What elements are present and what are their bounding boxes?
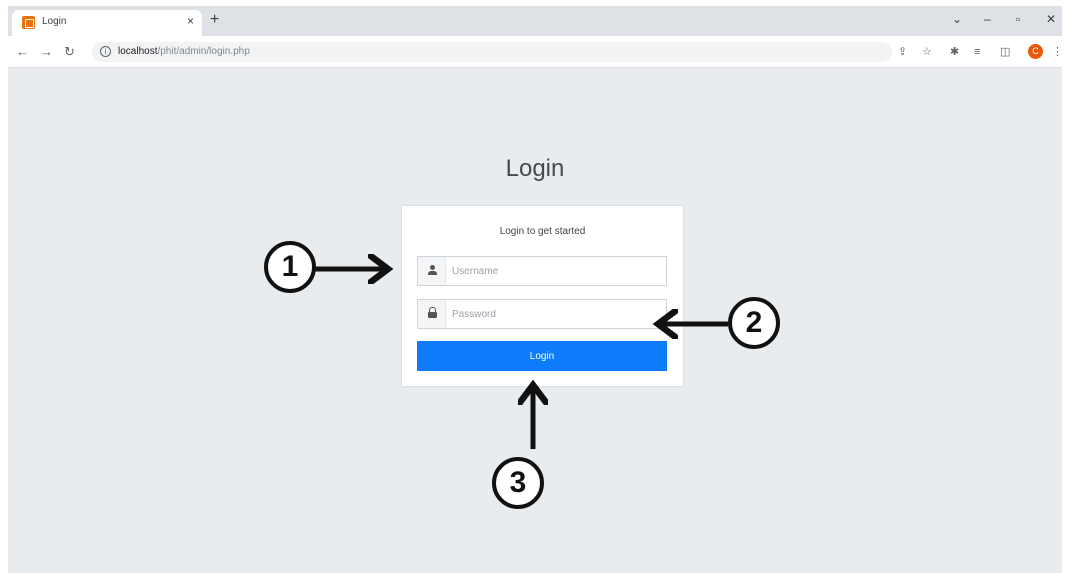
sidebar-icon[interactable]: ◫ xyxy=(1000,45,1010,59)
browser-tab[interactable]: Login × xyxy=(12,10,202,36)
minimize-icon[interactable]: – xyxy=(984,12,991,26)
annotation-badge-3: 3 xyxy=(492,457,544,509)
media-icon[interactable]: ≡ xyxy=(974,45,980,59)
tab-title: Login xyxy=(42,16,67,27)
address-toolbar: ← → ↻ i localhost/phit/admin/login.php ⇪… xyxy=(8,36,1062,68)
new-tab-icon[interactable]: + xyxy=(210,11,219,29)
menu-icon[interactable]: ⋮ xyxy=(1052,45,1062,59)
favicon-icon xyxy=(22,16,35,29)
back-arrow-icon[interactable]: ← xyxy=(16,44,29,60)
extensions-icon[interactable]: ✱ xyxy=(950,45,959,59)
restore-icon[interactable]: ▫ xyxy=(1016,12,1020,26)
login-page: Login Login to get started Login xyxy=(8,69,1062,573)
close-window-icon[interactable]: ✕ xyxy=(1046,12,1056,26)
profile-avatar[interactable]: C xyxy=(1028,44,1043,59)
tab-strip: Login × + ⌄ – ▫ ✕ xyxy=(8,6,1062,36)
annotation-badge-2: 2 xyxy=(728,297,780,349)
url-text[interactable]: localhost/phit/admin/login.php xyxy=(118,46,250,57)
chevron-down-icon[interactable]: ⌄ xyxy=(952,12,962,26)
star-icon[interactable]: ☆ xyxy=(922,45,932,59)
annotation-badge-1: 1 xyxy=(264,241,316,293)
browser-window: Login × + ⌄ – ▫ ✕ ← → ↻ i localhost/phit… xyxy=(8,6,1062,573)
info-icon[interactable]: i xyxy=(100,46,111,57)
reload-icon[interactable]: ↻ xyxy=(64,44,75,60)
share-icon[interactable]: ⇪ xyxy=(898,45,907,59)
forward-arrow-icon[interactable]: → xyxy=(40,44,53,60)
address-bar[interactable]: i localhost/phit/admin/login.php xyxy=(92,42,892,62)
tab-close-icon[interactable]: × xyxy=(187,14,194,28)
